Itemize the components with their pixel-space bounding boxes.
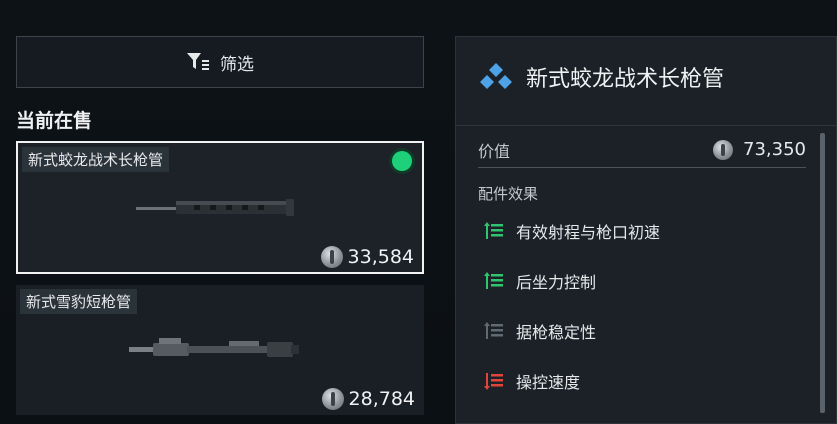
item-details-panel: 新式蛟龙战术长枪管 价值 73,350 配件效果 有效射程与枪口初速 后坐力控制… [455, 36, 837, 424]
currency-coin-icon [320, 246, 343, 268]
effect-label: 操控速度 [516, 373, 581, 392]
item-price-value: 28,784 [348, 388, 415, 410]
details-header: 新式蛟龙战术长枪管 [478, 61, 724, 93]
header-divider [456, 125, 836, 126]
stat-up-icon [484, 222, 503, 239]
effect-label: 有效射程与枪口初速 [516, 223, 661, 242]
short-barrel-image [129, 338, 299, 357]
item-price: 28,784 [321, 388, 415, 410]
item-card-selected[interactable]: 新式蛟龙战术长枪管 33,584 [16, 141, 424, 274]
effect-label: 后坐力控制 [516, 273, 597, 292]
currency-coin-icon [321, 388, 344, 410]
value-number: 73,350 [743, 139, 806, 160]
market-screen: 筛选 当前在售 新式蛟龙战术长枪管 33,584 新式雪豹短枪管 28,784 … [0, 0, 837, 424]
item-price-value: 33,584 [347, 246, 414, 268]
rarity-diamond-icon [480, 63, 512, 89]
item-price: 33,584 [320, 246, 414, 268]
filter-label: 筛选 [220, 54, 254, 75]
stat-up-icon [484, 272, 503, 289]
effect-item: 操控速度 [484, 369, 580, 393]
section-title: 当前在售 [16, 110, 93, 132]
effects-label: 配件效果 [478, 185, 539, 203]
details-title: 新式蛟龙战术长枪管 [526, 67, 725, 92]
owned-status-indicator [392, 151, 412, 171]
value-label: 价值 [478, 141, 511, 161]
filter-icon [187, 53, 209, 70]
value-amount: 73,350 [713, 139, 806, 160]
long-barrel-image [136, 199, 294, 216]
item-name: 新式雪豹短枪管 [20, 289, 138, 314]
effect-item: 后坐力控制 [484, 269, 596, 293]
effect-label: 据枪稳定性 [516, 323, 597, 342]
details-scrollbar[interactable] [820, 133, 825, 413]
effect-item: 有效射程与枪口初速 [484, 219, 660, 243]
item-card[interactable]: 新式雪豹短枪管 28,784 [16, 285, 424, 415]
item-name: 新式蛟龙战术长枪管 [22, 147, 170, 172]
value-row: 价值 73,350 [478, 132, 806, 168]
stat-down-icon [484, 373, 503, 390]
currency-coin-icon [713, 139, 734, 160]
stat-neutral-icon [484, 322, 503, 339]
filter-button[interactable]: 筛选 [16, 36, 424, 88]
effect-item: 据枪稳定性 [484, 319, 596, 343]
